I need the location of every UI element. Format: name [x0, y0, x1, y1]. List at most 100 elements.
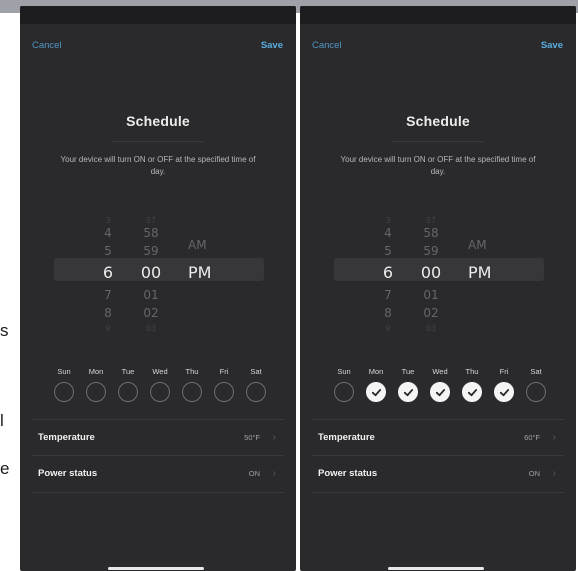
- setting-label: Power status: [318, 468, 378, 479]
- minute-option[interactable]: 03: [413, 324, 449, 333]
- setting-value: ON: [528, 469, 540, 478]
- hour-option-selected[interactable]: 6: [90, 263, 126, 282]
- day-toggle[interactable]: [494, 382, 514, 402]
- hour-option[interactable]: 5: [90, 244, 126, 258]
- setting-label: Temperature: [318, 432, 375, 443]
- status-bar: [300, 6, 576, 24]
- power-status-setting-row[interactable]: Power status ON ›: [312, 455, 564, 493]
- check-icon: [371, 389, 382, 397]
- hour-option[interactable]: 8: [90, 306, 126, 320]
- minute-option[interactable]: 02: [133, 306, 169, 320]
- minute-option[interactable]: 01: [413, 288, 449, 302]
- day-tue: Tue: [394, 367, 422, 402]
- day-wed: Wed: [426, 367, 454, 402]
- schedule-screen-left: Cancel Save Schedule Your device will tu…: [20, 6, 296, 571]
- divider: [392, 141, 484, 142]
- day-label: Wed: [152, 367, 168, 376]
- day-label: Tue: [401, 367, 415, 376]
- hour-option[interactable]: 7: [90, 288, 126, 302]
- pm-option-selected[interactable]: PM: [468, 263, 498, 282]
- hour-option[interactable]: 9: [370, 324, 406, 333]
- am-option[interactable]: AM: [188, 238, 218, 252]
- day-toggle[interactable]: [150, 382, 170, 402]
- page-title: Schedule: [406, 113, 470, 129]
- minute-option-selected[interactable]: 00: [133, 263, 169, 282]
- hour-option[interactable]: 3: [90, 216, 126, 225]
- temperature-setting-row[interactable]: Temperature 60°F ›: [312, 419, 564, 456]
- hour-option[interactable]: 7: [370, 288, 406, 302]
- edge-letter: s: [0, 321, 9, 340]
- day-tue: Tue: [114, 367, 142, 402]
- hour-option[interactable]: 3: [370, 216, 406, 225]
- hour-option[interactable]: 8: [370, 306, 406, 320]
- setting-value: 60°F: [524, 433, 540, 442]
- minute-option[interactable]: 59: [413, 244, 449, 258]
- chevron-right-icon: ›: [272, 432, 276, 443]
- day-thu: Thu: [178, 367, 206, 402]
- minute-option[interactable]: 58: [413, 226, 449, 240]
- clipped-edge-letters: e: [0, 460, 12, 480]
- schedule-description: Your device will turn ON or OFF at the s…: [60, 155, 256, 176]
- divider: [112, 141, 204, 142]
- am-option[interactable]: AM: [468, 238, 498, 252]
- check-icon: [403, 389, 414, 397]
- day-toggle[interactable]: [334, 382, 354, 402]
- day-fri: Fri: [210, 367, 238, 402]
- chevron-right-icon: ›: [552, 432, 556, 443]
- page-title: Schedule: [126, 113, 190, 129]
- setting-label: Temperature: [38, 432, 95, 443]
- day-thu: Thu: [458, 367, 486, 402]
- day-label: Sun: [57, 367, 71, 376]
- day-label: Sat: [530, 367, 542, 376]
- minute-option[interactable]: 57: [413, 216, 449, 225]
- status-bar: [20, 6, 296, 24]
- weekday-selector: Sun Mon Tue Wed Thu Fri Sat: [50, 367, 268, 407]
- minute-option[interactable]: 58: [133, 226, 169, 240]
- edge-letter: l: [0, 411, 4, 430]
- day-toggle[interactable]: [366, 382, 386, 402]
- save-button[interactable]: Save: [541, 40, 563, 51]
- minute-option[interactable]: 01: [133, 288, 169, 302]
- pm-option-selected[interactable]: PM: [188, 263, 218, 282]
- hour-option[interactable]: 4: [370, 226, 406, 240]
- setting-value: 50°F: [244, 433, 260, 442]
- minute-option[interactable]: 03: [133, 324, 169, 333]
- day-label: Thu: [465, 367, 479, 376]
- setting-label: Power status: [38, 468, 98, 479]
- home-indicator: [108, 567, 204, 570]
- day-label: Sat: [250, 367, 262, 376]
- day-toggle[interactable]: [182, 382, 202, 402]
- chevron-right-icon: ›: [552, 468, 556, 479]
- hour-option[interactable]: 4: [90, 226, 126, 240]
- day-fri: Fri: [490, 367, 518, 402]
- hour-option-selected[interactable]: 6: [370, 263, 406, 282]
- weekday-selector: Sun Mon Tue Wed Thu Fri Sat: [330, 367, 548, 407]
- day-sun: Sun: [330, 367, 358, 402]
- power-status-setting-row[interactable]: Power status ON ›: [32, 455, 284, 493]
- day-label: Thu: [185, 367, 199, 376]
- minute-option[interactable]: 59: [133, 244, 169, 258]
- day-toggle[interactable]: [398, 382, 418, 402]
- save-button[interactable]: Save: [261, 40, 283, 51]
- day-toggle[interactable]: [118, 382, 138, 402]
- hour-option[interactable]: 5: [370, 244, 406, 258]
- day-toggle[interactable]: [54, 382, 74, 402]
- day-toggle[interactable]: [246, 382, 266, 402]
- day-toggle[interactable]: [526, 382, 546, 402]
- minute-option-selected[interactable]: 00: [413, 263, 449, 282]
- day-mon: Mon: [82, 367, 110, 402]
- day-label: Sun: [337, 367, 351, 376]
- temperature-setting-row[interactable]: Temperature 50°F ›: [32, 419, 284, 456]
- day-toggle[interactable]: [86, 382, 106, 402]
- hour-option[interactable]: 9: [90, 324, 126, 333]
- day-toggle[interactable]: [462, 382, 482, 402]
- cancel-button[interactable]: Cancel: [32, 40, 62, 51]
- cancel-button[interactable]: Cancel: [312, 40, 342, 51]
- setting-value: ON: [248, 469, 260, 478]
- minute-option[interactable]: 02: [413, 306, 449, 320]
- day-sat: Sat: [242, 367, 270, 402]
- day-toggle[interactable]: [430, 382, 450, 402]
- minute-option[interactable]: 57: [133, 216, 169, 225]
- day-toggle[interactable]: [214, 382, 234, 402]
- day-label: Fri: [499, 367, 509, 376]
